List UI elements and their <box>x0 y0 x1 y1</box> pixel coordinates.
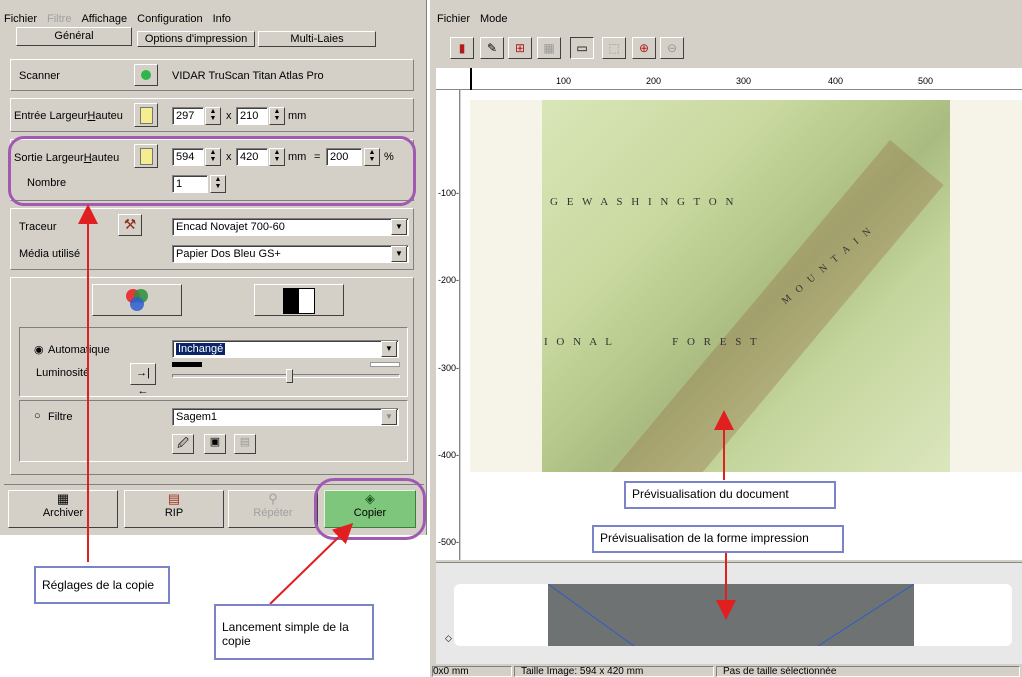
callout-preview-forme: Prévisualisation de la forme impression <box>592 525 844 553</box>
callout-reglages: Réglages de la copie <box>34 566 170 604</box>
callout-preview-document: Prévisualisation du document <box>624 481 836 509</box>
callout-lancement: Lancement simple de la copie <box>214 604 374 660</box>
